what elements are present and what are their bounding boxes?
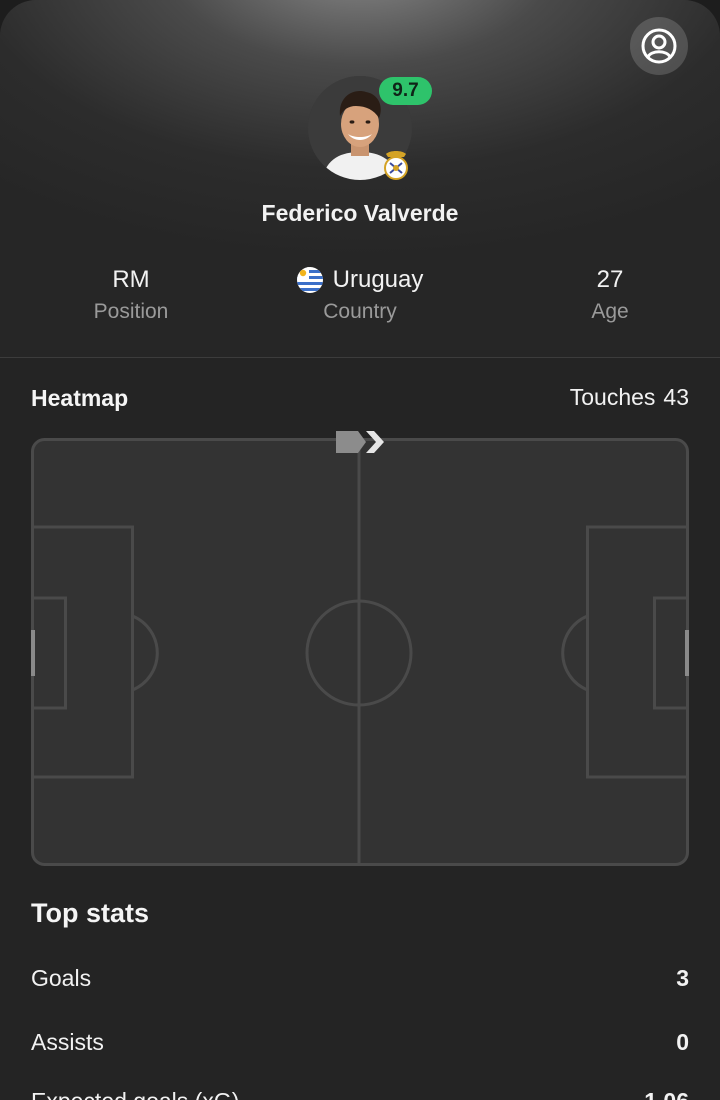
- country-info[interactable]: Uruguay Country: [270, 262, 450, 324]
- position-label: Position: [93, 300, 169, 323]
- age-value: 27: [596, 266, 624, 293]
- touches-label: Touches: [569, 384, 656, 410]
- country-value: Uruguay: [332, 266, 424, 293]
- club-crest-icon: [384, 151, 408, 180]
- stat-label: Assists: [31, 1029, 104, 1055]
- position-info: RM Position: [61, 262, 201, 324]
- position-value: RM: [112, 266, 150, 293]
- chevron-right-icon: [336, 431, 384, 453]
- country-label: Country: [323, 300, 397, 323]
- age-label: Age: [591, 300, 629, 323]
- stat-value: 0: [676, 1029, 689, 1055]
- touches-value: 43: [663, 384, 689, 410]
- top-stats-title: Top stats: [31, 898, 150, 928]
- stat-value: 3: [676, 965, 689, 991]
- rating-badge: 9.7: [379, 77, 432, 105]
- heatmap-pitch[interactable]: [31, 438, 689, 866]
- stat-row-xg: Expected goals (xG) 1.06: [31, 1088, 689, 1100]
- player-name: Federico Valverde: [261, 200, 459, 226]
- player-sheet: 9.7 Federico Valverde RM Position Urugua…: [0, 0, 720, 1100]
- stat-label: Goals: [31, 965, 92, 991]
- stat-row-assists: Assists 0: [31, 1029, 689, 1056]
- stat-value: 1.06: [644, 1088, 689, 1100]
- touches-count: Touches 43: [570, 384, 689, 411]
- uruguay-flag-icon: [296, 267, 323, 293]
- stat-row-goals: Goals 3: [31, 965, 689, 992]
- heatmap-title: Heatmap: [31, 385, 129, 411]
- age-info: 27 Age: [560, 262, 660, 324]
- stat-label: Expected goals (xG): [31, 1088, 239, 1100]
- divider: [0, 357, 720, 358]
- user-circle-icon: [641, 28, 677, 64]
- profile-button[interactable]: [630, 17, 688, 75]
